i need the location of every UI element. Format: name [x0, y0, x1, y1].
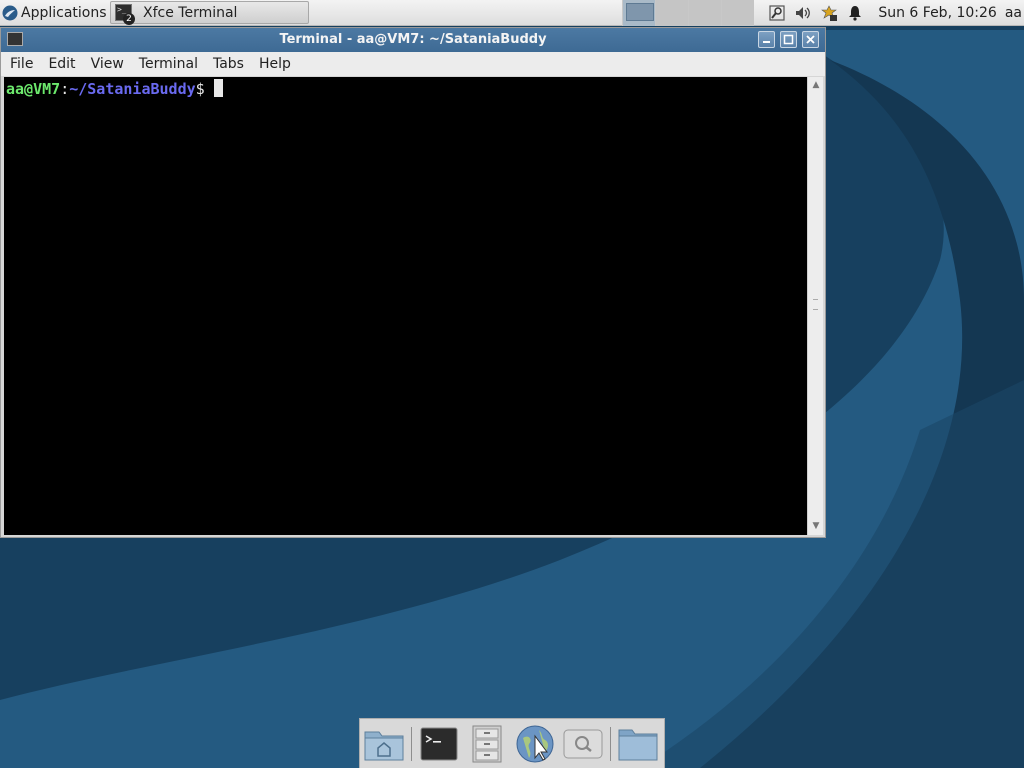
taskbar-item-label: Xfce Terminal	[143, 4, 238, 21]
terminal-icon	[420, 727, 458, 760]
dock-file-cabinet[interactable]	[465, 724, 509, 764]
terminal-scrollbar[interactable]: ▲ ▼	[807, 77, 823, 535]
web-browser-icon	[516, 725, 554, 762]
workspace-4[interactable]	[721, 0, 754, 26]
panel-clock[interactable]: Sun 6 Feb, 10:26	[878, 5, 996, 21]
menu-help[interactable]: Help	[253, 56, 297, 72]
prompt-dollar: $	[195, 80, 205, 98]
volume-icon[interactable]	[792, 2, 814, 24]
shell-prompt: aa@VM7:~/SataniaBuddy$	[6, 79, 223, 98]
workspace-switcher	[622, 0, 754, 26]
update-notifier-icon[interactable]	[818, 2, 840, 24]
menu-view[interactable]: View	[85, 56, 130, 72]
workspace-3[interactable]	[688, 0, 721, 26]
applications-menu[interactable]: Applications ⁞	[0, 0, 116, 26]
network-search-icon[interactable]	[766, 2, 788, 24]
dock-separator	[610, 726, 611, 761]
maximize-button[interactable]	[780, 31, 797, 48]
prompt-user-host: aa@VM7	[6, 80, 61, 98]
applications-label: Applications	[21, 4, 107, 21]
user-menu[interactable]: aa	[1005, 5, 1022, 21]
dock-home-folder[interactable]	[362, 724, 406, 764]
file-cabinet-icon	[472, 725, 502, 762]
window-count-badge: 2	[123, 13, 135, 25]
dock-search[interactable]	[561, 724, 605, 764]
menu-edit[interactable]: Edit	[42, 56, 81, 72]
close-icon	[806, 35, 815, 44]
workspace-1[interactable]	[622, 0, 655, 26]
close-button[interactable]	[802, 31, 819, 48]
xfce-logo-icon	[2, 5, 18, 20]
bottom-dock	[359, 718, 665, 768]
text-cursor	[213, 79, 223, 97]
terminal-window: Terminal - aa@VM7: ~/SataniaBuddy File E…	[0, 27, 826, 538]
top-panel: Applications ⁞ 2 Xfce Terminal Sun 6 Feb…	[0, 0, 1024, 26]
home-folder-icon	[364, 731, 404, 760]
dock-separator	[411, 726, 412, 761]
dock-terminal[interactable]	[417, 724, 461, 764]
terminal-menubar: File Edit View Terminal Tabs Help	[1, 52, 825, 76]
search-icon	[563, 729, 603, 758]
terminal-output[interactable]: aa@VM7:~/SataniaBuddy$	[4, 77, 807, 535]
menu-terminal[interactable]: Terminal	[133, 56, 204, 72]
prompt-colon: :	[60, 80, 70, 98]
menu-tabs[interactable]: Tabs	[207, 56, 250, 72]
minimize-button[interactable]	[758, 31, 775, 48]
scrollbar-grip[interactable]	[813, 299, 818, 310]
folder-icon	[618, 729, 658, 760]
taskbar-item-xfce-terminal[interactable]: 2 Xfce Terminal	[110, 1, 309, 25]
window-title: Terminal - aa@VM7: ~/SataniaBuddy	[279, 32, 547, 47]
maximize-icon	[783, 34, 794, 45]
menu-file[interactable]: File	[4, 56, 39, 72]
scroll-up-icon[interactable]: ▲	[810, 79, 822, 91]
workspace-2[interactable]	[655, 0, 688, 26]
dock-web-browser[interactable]	[513, 724, 557, 764]
minimize-icon	[763, 41, 770, 43]
window-titlebar[interactable]: Terminal - aa@VM7: ~/SataniaBuddy	[1, 28, 825, 52]
system-tray: Sun 6 Feb, 10:26 aa	[764, 0, 1024, 26]
dock-folder[interactable]	[616, 724, 660, 764]
notification-bell-icon[interactable]	[844, 2, 866, 24]
scroll-down-icon[interactable]: ▼	[810, 520, 822, 532]
prompt-path: ~/SataniaBuddy	[69, 80, 196, 98]
